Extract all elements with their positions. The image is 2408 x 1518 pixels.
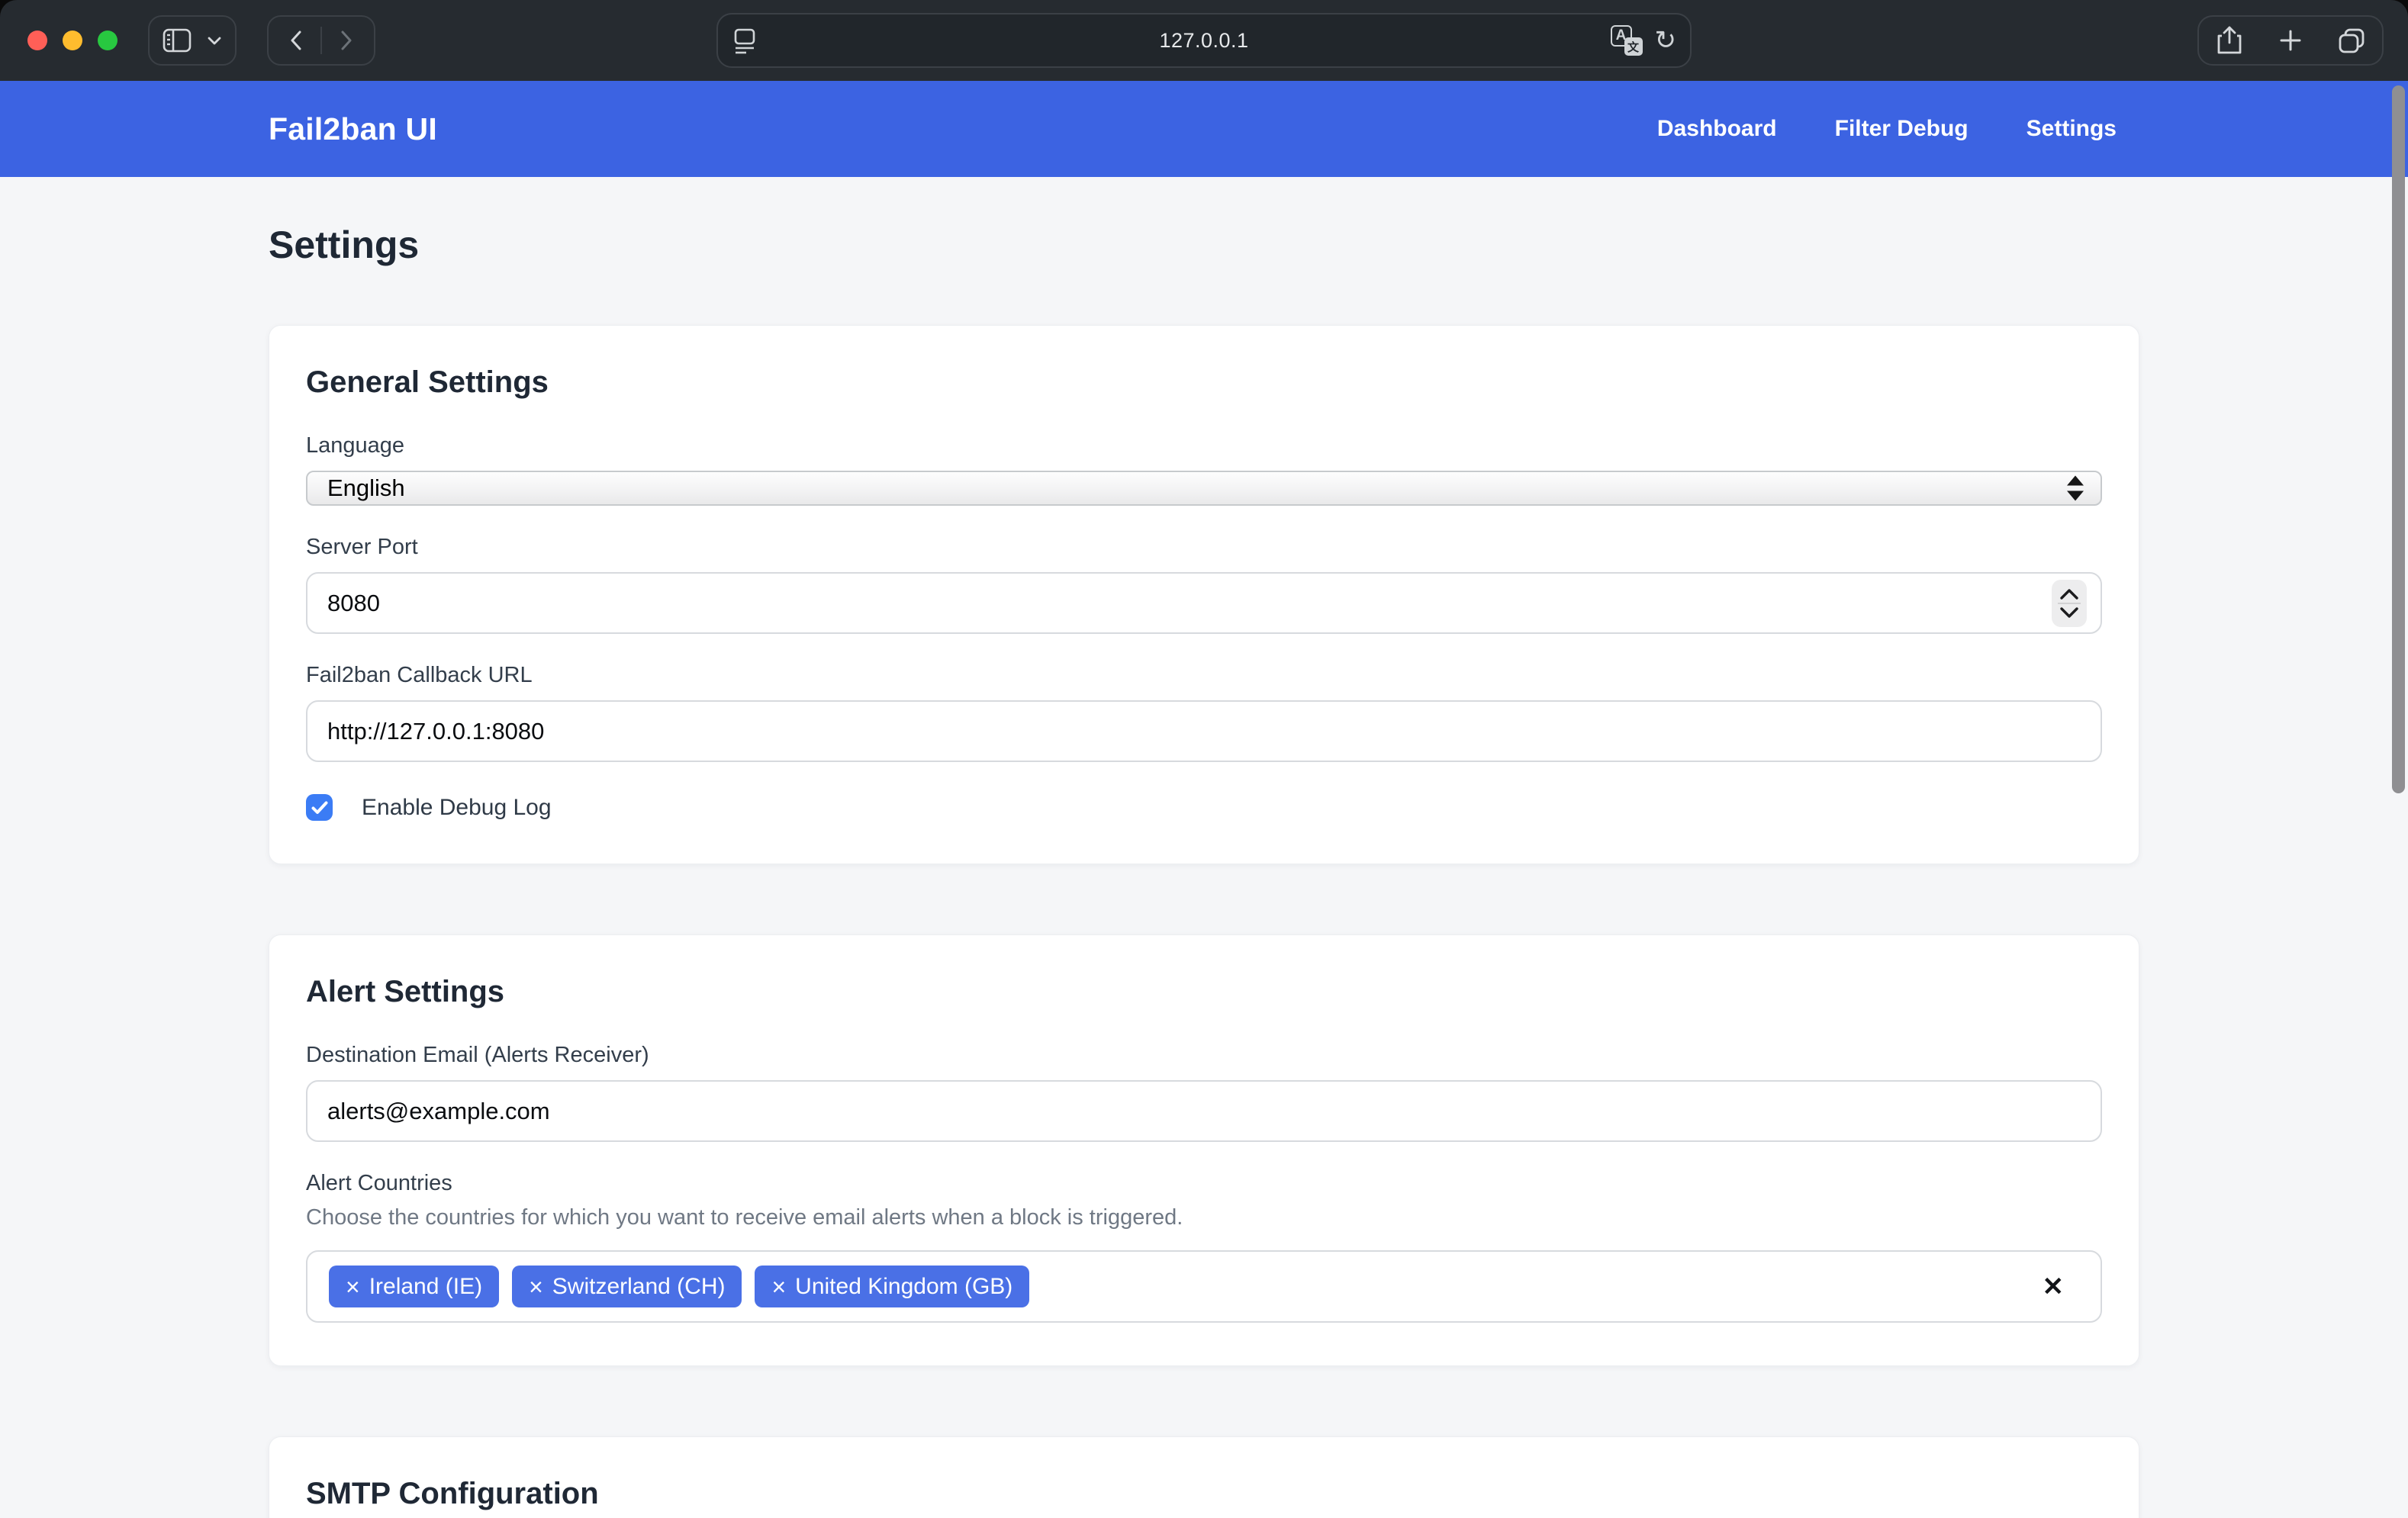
country-tag-label: United Kingdom (GB) [795, 1274, 1012, 1300]
tabs-icon [2338, 27, 2365, 53]
remove-tag-icon[interactable]: × [346, 1275, 360, 1299]
number-stepper[interactable] [2052, 580, 2087, 627]
translate-button[interactable]: A 文 [1611, 25, 1643, 56]
nav-link-settings[interactable]: Settings [2027, 116, 2117, 142]
debug-checkbox[interactable] [306, 794, 333, 821]
general-settings-card: General Settings Language English Server… [269, 325, 2139, 864]
reload-button[interactable]: ↻ [1655, 27, 1677, 53]
callback-url-input[interactable] [306, 700, 2102, 762]
divider [2058, 603, 2081, 604]
chevron-right-icon [340, 31, 353, 50]
toolbar-right-group [2197, 15, 2384, 66]
browser-toolbar: 127.0.0.1 A 文 ↻ [0, 0, 2408, 81]
divider [320, 27, 322, 54]
destination-email-label: Destination Email (Alerts Receiver) [306, 1043, 2102, 1068]
sidebar-toggle-button[interactable] [157, 18, 197, 63]
sidebar-button-group [148, 15, 237, 66]
chevron-left-icon [290, 31, 302, 50]
clear-all-button[interactable]: ✕ [2043, 1272, 2065, 1302]
alert-countries-multiselect[interactable]: × Ireland (IE) × Switzerland (CH) × United Ki… [306, 1250, 2102, 1323]
nav-link-filter-debug[interactable]: Filter Debug [1835, 116, 1969, 142]
share-icon [2217, 26, 2242, 55]
remove-tag-icon[interactable]: × [771, 1275, 786, 1299]
page-format-button[interactable] [733, 27, 756, 54]
translate-char-icon: 文 [1624, 37, 1643, 56]
server-port-label: Server Port [306, 535, 2102, 560]
page-title: Settings [269, 223, 2139, 267]
destination-email-input[interactable] [306, 1080, 2102, 1142]
language-label: Language [306, 433, 2102, 458]
smtp-configuration-card: SMTP Configuration SMTP Host [269, 1436, 2139, 1518]
checkmark-icon [311, 801, 328, 815]
country-tag-label: Switzerland (CH) [552, 1274, 726, 1300]
chevron-up-icon [2059, 588, 2079, 600]
settings-page: Settings General Settings Language Engli… [0, 177, 2408, 1518]
forward-button[interactable] [327, 18, 366, 63]
smtp-configuration-title: SMTP Configuration [306, 1477, 2102, 1511]
general-settings-title: General Settings [306, 365, 2102, 400]
nav-link-dashboard[interactable]: Dashboard [1657, 116, 1777, 142]
alert-settings-title: Alert Settings [306, 975, 2102, 1009]
url-text[interactable]: 127.0.0.1 [718, 29, 1690, 53]
country-tag[interactable]: × United Kingdom (GB) [755, 1266, 1029, 1307]
server-port-input[interactable] [306, 572, 2102, 634]
country-tags: × Ireland (IE) × Switzerland (CH) × United Ki… [329, 1266, 1029, 1307]
close-window-button[interactable] [27, 31, 47, 50]
country-tag-label: Ireland (IE) [369, 1274, 482, 1300]
scrollbar-thumb[interactable] [2392, 85, 2405, 793]
sidebar-menu-chevron[interactable] [201, 18, 227, 63]
minimize-window-button[interactable] [63, 31, 82, 50]
alert-countries-label: Alert Countries [306, 1171, 2102, 1196]
back-button[interactable] [276, 18, 316, 63]
alert-settings-card: Alert Settings Destination Email (Alerts… [269, 934, 2139, 1366]
chevron-down-icon [2059, 606, 2079, 619]
window-controls [27, 31, 118, 50]
history-button-group [267, 15, 375, 66]
plus-icon [2279, 29, 2302, 52]
address-bar[interactable]: 127.0.0.1 A 文 ↻ [716, 13, 1692, 68]
reader-format-icon [733, 27, 756, 54]
app-navbar: Fail2ban UI Dashboard Filter Debug Setti… [0, 81, 2408, 177]
zoom-window-button[interactable] [98, 31, 118, 50]
chevron-down-icon [208, 36, 221, 45]
tab-overview-button[interactable] [2332, 18, 2371, 63]
country-tag[interactable]: × Switzerland (CH) [512, 1266, 742, 1307]
select-arrows-icon [2067, 476, 2084, 501]
nav-links: Dashboard Filter Debug Settings [1657, 116, 2117, 142]
share-button[interactable] [2210, 18, 2249, 63]
new-tab-button[interactable] [2271, 18, 2310, 63]
callback-url-label: Fail2ban Callback URL [306, 663, 2102, 688]
remove-tag-icon[interactable]: × [529, 1275, 543, 1299]
sidebar-icon [163, 28, 192, 53]
alert-countries-help: Choose the countries for which you want … [306, 1205, 2102, 1230]
language-select[interactable]: English [306, 471, 2102, 506]
country-tag[interactable]: × Ireland (IE) [329, 1266, 499, 1307]
debug-checkbox-label[interactable]: Enable Debug Log [362, 795, 552, 821]
language-selected-value: English [327, 474, 405, 502]
brand-title[interactable]: Fail2ban UI [269, 111, 437, 147]
browser-window: 127.0.0.1 A 文 ↻ [0, 0, 2408, 1518]
